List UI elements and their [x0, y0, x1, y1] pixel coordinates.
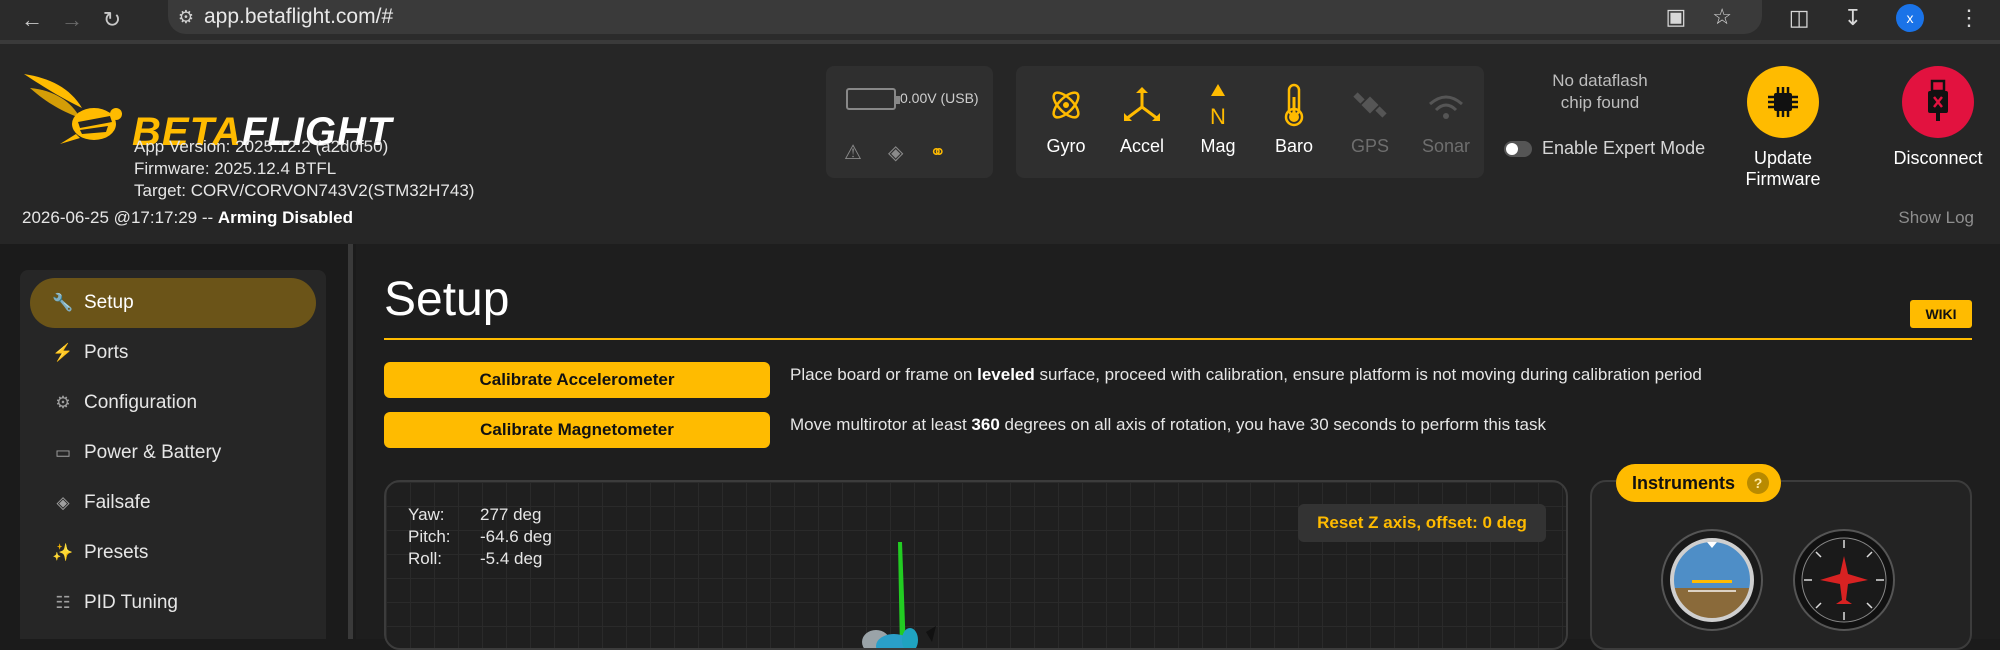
- reload-icon[interactable]: ↻: [92, 2, 132, 38]
- sidebar-area: 🔧 Setup ⚡ Ports ⚙ Configuration ▭ Power …: [0, 244, 352, 639]
- address-bar-url[interactable]: app.betaflight.com/#: [204, 5, 393, 29]
- expert-mode-toggle[interactable]: Enable Expert Mode: [1504, 138, 1705, 159]
- gyro-icon: [1028, 80, 1104, 130]
- sidebar-item-presets[interactable]: ✨ Presets: [30, 528, 316, 578]
- main-content: Setup WIKI Calibrate Accelerometer Place…: [356, 244, 2000, 650]
- calibrate-accelerometer-button[interactable]: Calibrate Accelerometer: [384, 362, 770, 398]
- arming-status: 2026-06-25 @17:17:29 -- Arming Disabled: [22, 208, 353, 227]
- browser-toolbar: ← → ↻ ⚙ app.betaflight.com/# ▣ ☆ ◫ ↧ x ⋮: [0, 0, 2000, 40]
- instruments-title: Instruments: [1632, 472, 1736, 493]
- model-view-panel: Yaw: 277 deg Pitch: -64.6 deg Roll: -5.4…: [384, 480, 1568, 650]
- accel-icon: [1104, 80, 1180, 130]
- battery-icon: ▭: [54, 443, 72, 462]
- sidebar-nav: 🔧 Setup ⚡ Ports ⚙ Configuration ▭ Power …: [20, 270, 326, 639]
- version-info: App Version: 2025.12.2 (a2d0f50) Firmwar…: [134, 136, 474, 202]
- bookmark-star-icon[interactable]: ☆: [1712, 4, 1732, 30]
- usb-disconnect-icon[interactable]: [1902, 66, 1974, 138]
- title-divider: [384, 338, 1972, 340]
- firmware-version: Firmware: 2025.12.4 BTFL: [134, 159, 337, 178]
- arming-state: Arming Disabled: [217, 208, 353, 227]
- battery-panel: 0.00V (USB) ⚠ ◈ ⚭: [826, 66, 993, 178]
- page-title: Setup: [384, 273, 510, 326]
- calibrate-accelerometer-description: Place board or frame on leveled surface,…: [790, 365, 1702, 384]
- sensor-gyro: Gyro: [1028, 66, 1104, 178]
- address-bar[interactable]: ⚙ app.betaflight.com/# ▣ ☆: [168, 0, 1762, 34]
- sonar-icon: [1408, 80, 1484, 130]
- instruments-panel: [1590, 480, 1972, 650]
- calibrate-magnetometer-button[interactable]: Calibrate Magnetometer: [384, 412, 770, 448]
- app-header: BETAFLIGHT App Version: 2025.12.2 (a2d0f…: [0, 44, 2000, 244]
- wiki-button[interactable]: WIKI: [1910, 300, 1972, 328]
- pitch-value: -64.6 deg: [480, 527, 552, 546]
- sidebar-item-pid-tuning[interactable]: ☷ PID Tuning: [30, 578, 316, 628]
- show-log-link[interactable]: Show Log: [1898, 208, 1974, 228]
- plug-icon: ⚡: [52, 343, 74, 362]
- sitemap-icon: ☷: [55, 593, 71, 612]
- chip-icon[interactable]: [1747, 66, 1819, 138]
- sidebar-item-configuration[interactable]: ⚙ Configuration: [30, 378, 316, 428]
- svg-text:N: N: [1210, 104, 1226, 128]
- disconnect-button[interactable]: Disconnect: [1880, 66, 1996, 169]
- battery-voltage: 0.00V (USB): [900, 90, 979, 106]
- forward-icon[interactable]: →: [52, 2, 92, 38]
- gps-icon: [1332, 80, 1408, 130]
- instruments-header: Instruments ?: [1616, 464, 1782, 502]
- sensor-status-panel: Gyro Accel N Mag Baro GPS Sonar: [1016, 66, 1484, 178]
- expert-mode-label: Enable Expert Mode: [1542, 138, 1706, 158]
- attitude-readout: Yaw: 277 deg Pitch: -64.6 deg Roll: -5.4…: [408, 504, 590, 570]
- dataflash-status: No dataflash chip found: [1552, 71, 1648, 112]
- roll-label: Roll:: [408, 549, 443, 568]
- calibrate-magnetometer-description: Move multirotor at least 360 degrees on …: [790, 415, 1546, 434]
- battery-icon: [846, 88, 900, 110]
- baro-icon: [1256, 80, 1332, 130]
- pitch-label: Pitch:: [408, 527, 451, 546]
- failsafe-icon: ◈: [887, 142, 904, 164]
- menu-kebab-icon[interactable]: ⋮: [1958, 5, 1980, 31]
- download-icon[interactable]: ↧: [1844, 5, 1862, 31]
- site-settings-icon[interactable]: ⚙: [168, 7, 204, 28]
- yaw-value: 277 deg: [480, 505, 542, 524]
- update-firmware-button[interactable]: Update Firmware: [1716, 66, 1850, 190]
- reset-z-axis-button[interactable]: Reset Z axis, offset: 0 deg: [1298, 504, 1546, 542]
- sidebar-item-power-battery[interactable]: ▭ Power & Battery: [30, 428, 316, 478]
- parachute-icon: ◈: [56, 493, 70, 512]
- attitude-indicator: [1661, 529, 1763, 631]
- mag-icon: N: [1180, 80, 1256, 130]
- install-app-icon[interactable]: ▣: [1665, 4, 1686, 30]
- sensor-gps: GPS: [1332, 66, 1408, 178]
- sidebar-item-failsafe[interactable]: ◈ Failsafe: [30, 478, 316, 528]
- sensor-sonar: Sonar: [1408, 66, 1484, 178]
- sensor-baro: Baro: [1256, 66, 1332, 178]
- gear-icon: ⚙: [55, 393, 71, 412]
- sidebar-scrollbar[interactable]: [348, 244, 353, 639]
- sidebar-item-ports[interactable]: ⚡ Ports: [30, 328, 316, 378]
- sensor-mag: N Mag: [1180, 66, 1256, 178]
- help-icon[interactable]: ?: [1747, 472, 1770, 494]
- back-icon[interactable]: ←: [12, 2, 52, 38]
- bee-logo-icon: [24, 74, 122, 144]
- warning-icon: ⚠: [844, 142, 862, 164]
- profile-avatar[interactable]: x: [1896, 4, 1924, 32]
- craft-3d-model: [862, 542, 936, 648]
- expert-mode-switch[interactable]: [1504, 140, 1532, 157]
- extensions-icon[interactable]: ◫: [1789, 5, 1810, 31]
- wrench-icon: 🔧: [52, 293, 74, 312]
- magic-wand-icon: ✨: [52, 543, 74, 562]
- link-icon: ⚭: [929, 142, 947, 164]
- target-board: Target: CORV/CORVON743V2(STM32H743): [134, 181, 475, 200]
- sidebar-item-setup[interactable]: 🔧 Setup: [30, 278, 316, 328]
- app-version: App Version: 2025.12.2 (a2d0f50): [134, 137, 389, 156]
- sensor-accel: Accel: [1104, 66, 1180, 178]
- yaw-label: Yaw:: [408, 505, 445, 524]
- roll-value: -5.4 deg: [480, 549, 543, 568]
- heading-indicator: [1793, 529, 1895, 631]
